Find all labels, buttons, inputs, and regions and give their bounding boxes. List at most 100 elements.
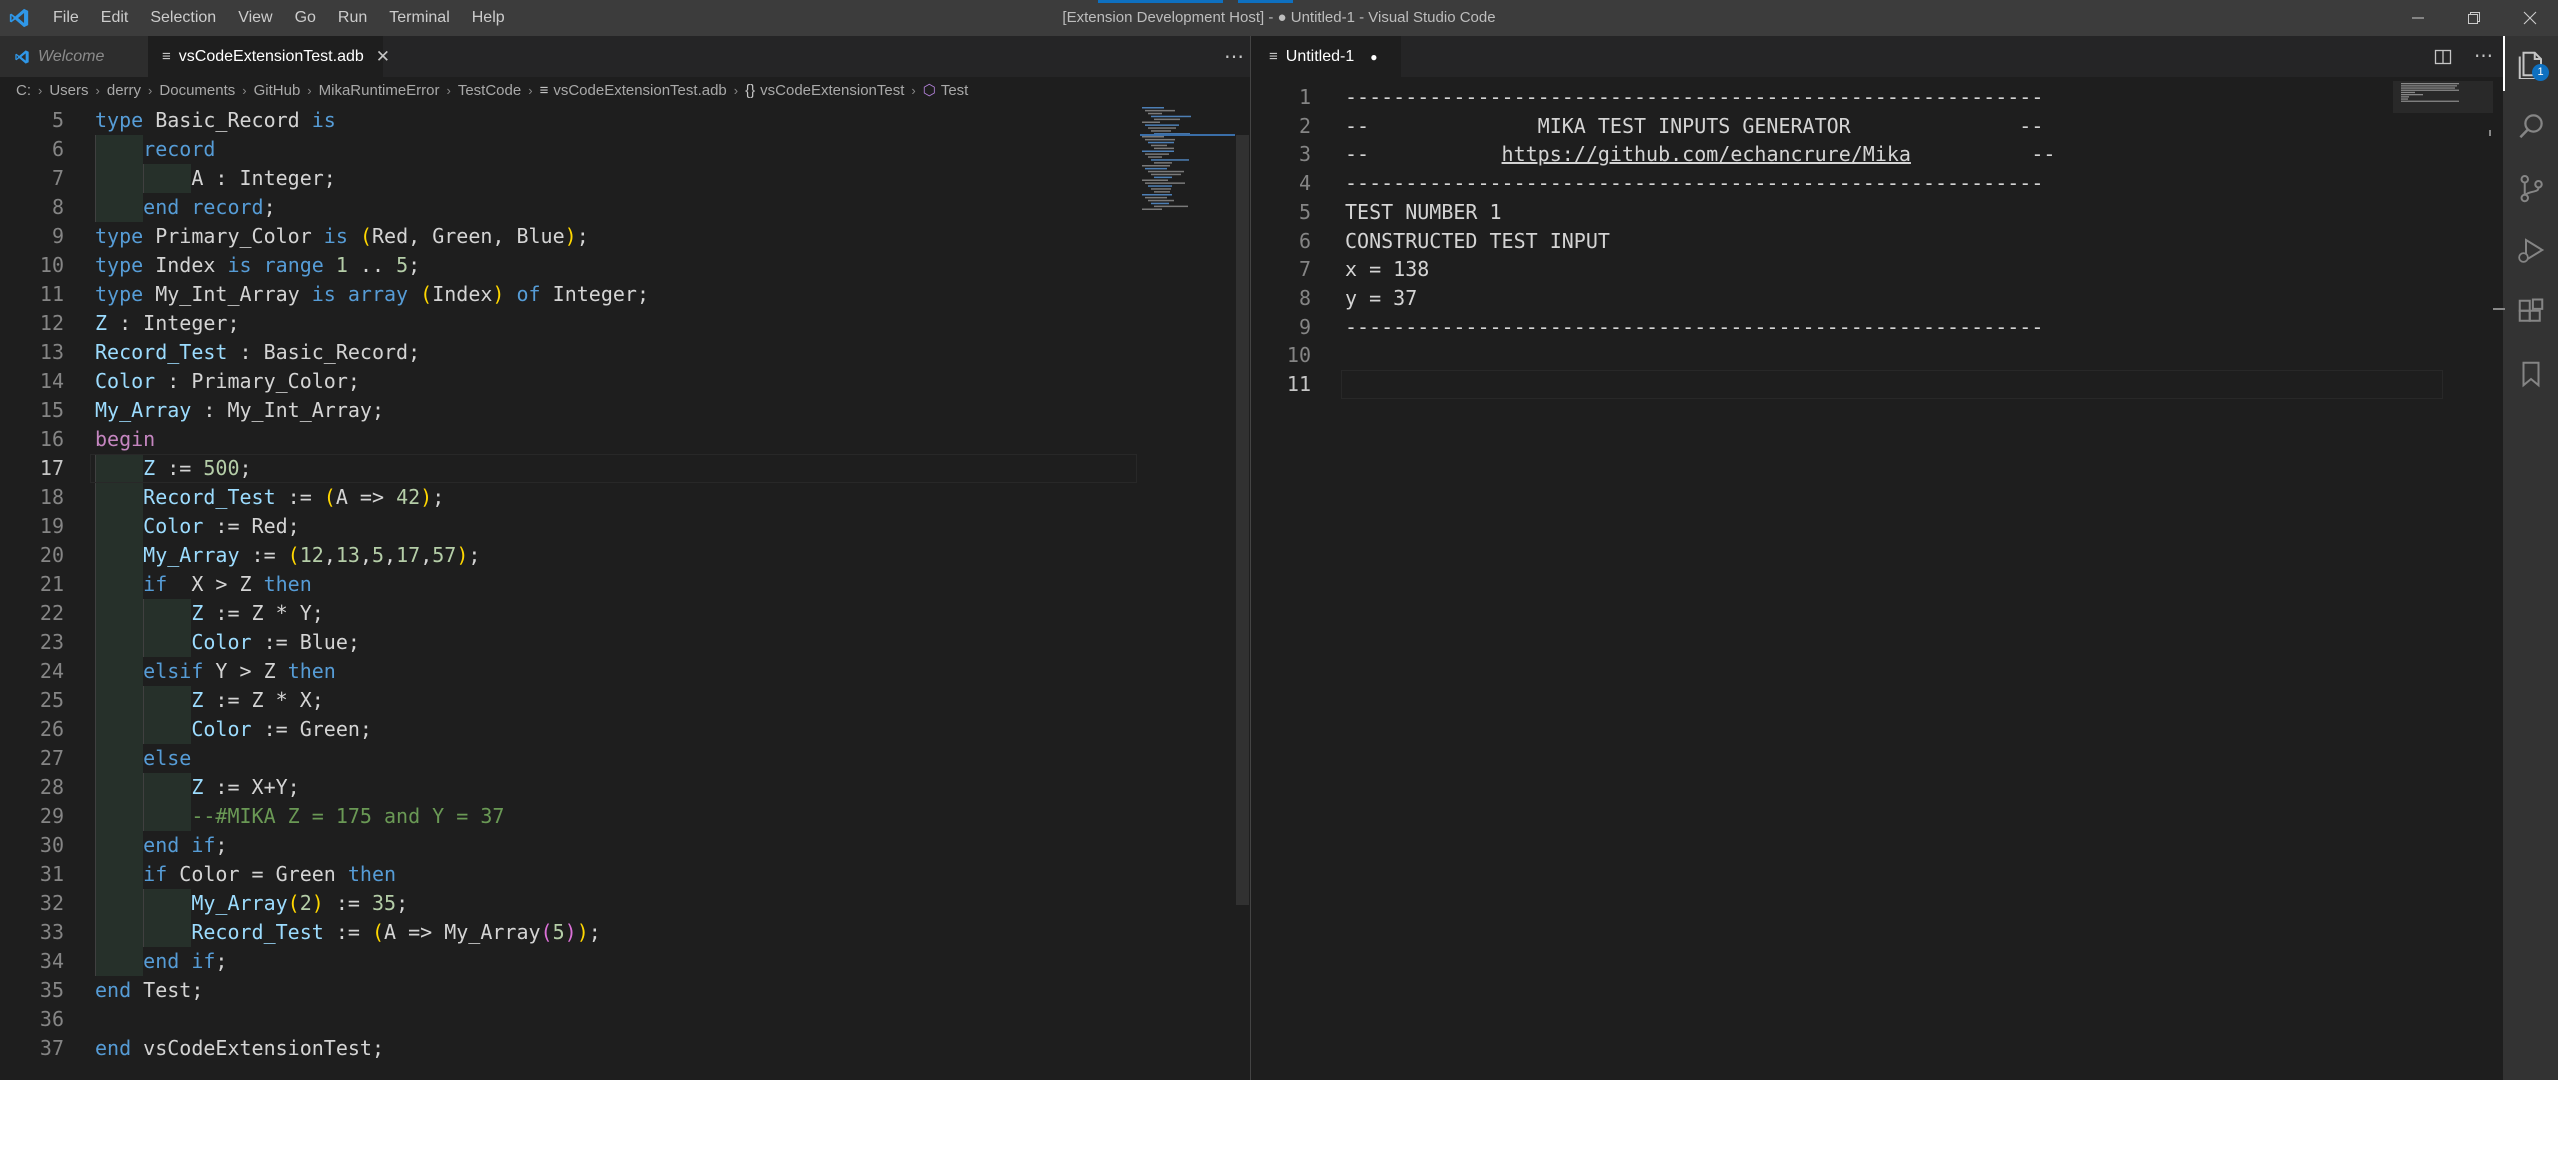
code-editor-right[interactable]: 1 ---------------------------------------… [1251, 77, 2503, 1080]
breadcrumb-item[interactable]: Users [49, 82, 88, 99]
minimap[interactable] [1140, 104, 1235, 214]
code-line[interactable]: 37 end vsCodeExtensionTest; [0, 1034, 1150, 1063]
code-line[interactable]: 20 My_Array := (12,13,5,17,57); [0, 541, 1150, 570]
menu-file[interactable]: File [42, 0, 90, 36]
code-line[interactable]: 9 ---------------------------------------… [1251, 313, 2401, 342]
keyword: then [347, 862, 397, 886]
code-line[interactable]: 6 CONSTRUCTED TEST INPUT [1251, 227, 2401, 256]
scroll-indicator [2489, 130, 2491, 136]
menu-go[interactable]: Go [284, 0, 327, 36]
code-line[interactable]: 18 Record_Test := (A => 42); [0, 483, 1150, 512]
minimize-button[interactable] [2390, 0, 2446, 36]
split-editor-icon[interactable] [2434, 48, 2452, 66]
breadcrumb-item[interactable]: MikaRuntimeError [319, 82, 440, 99]
code-line[interactable]: 11 [1251, 370, 2443, 399]
code-line[interactable]: 15 My_Array : My_Int_Array; [0, 396, 1150, 425]
menu-edit[interactable]: Edit [90, 0, 140, 36]
code-text: y = 37 [1345, 285, 1418, 310]
activity-explorer[interactable]: 1 [2503, 36, 2558, 91]
code-line[interactable]: 31 if Color = Green then [0, 860, 1150, 889]
code-line[interactable]: 27 else [0, 744, 1150, 773]
code-line[interactable]: 9 type Primary_Color is (Red, Green, Blue… [0, 222, 1150, 251]
activity-source-control[interactable] [2503, 160, 2558, 215]
minimap[interactable] [2393, 77, 2493, 137]
code-editor-left[interactable]: 5 type Basic_Record is 6 record 7 A : Integ… [0, 104, 1250, 1080]
code-line[interactable]: 14 Color : Primary_Color; [0, 367, 1150, 396]
chevron-right-icon: › [307, 82, 312, 98]
github-link[interactable]: https://github.com/echancrure/Mika [1502, 142, 1911, 166]
code-line[interactable]: 13 Record_Test : Basic_Record; [0, 338, 1150, 367]
code-line[interactable]: 29 --#MIKA Z = 175 and Y = 37 [0, 802, 1150, 831]
code-line[interactable]: 33 Record_Test := (A => My_Array(5)); [0, 918, 1150, 947]
progress-indicator-secondary [1238, 0, 1293, 3]
close-tab-button[interactable]: ✕ [376, 47, 390, 67]
code-line[interactable]: 35 end Test; [0, 976, 1150, 1005]
code-line[interactable]: 23 Color := Blue; [0, 628, 1150, 657]
line-number: 26 [39, 717, 64, 741]
line-number: 37 [39, 1036, 64, 1060]
menu-run[interactable]: Run [327, 0, 378, 36]
code-line[interactable]: 7 A : Integer; [0, 164, 1150, 193]
code-line[interactable]: 12 Z : Integer; [0, 309, 1150, 338]
code-line[interactable]: 2 -- MIKA TEST INPUTS GENERATOR -- [1251, 112, 2401, 141]
code-line[interactable]: 11 type My_Int_Array is array (Index) of … [0, 280, 1150, 309]
code-text: ; [215, 949, 228, 973]
code-line[interactable]: 1 ---------------------------------------… [1251, 83, 2401, 112]
menu-help[interactable]: Help [461, 0, 516, 36]
code-text: ----------------------------------------… [1345, 85, 2044, 109]
code-line[interactable]: 28 Z := X+Y; [0, 773, 1150, 802]
menu-view[interactable]: View [227, 0, 283, 36]
menu-selection[interactable]: Selection [139, 0, 227, 36]
more-actions-icon[interactable]: ⋯ [1224, 44, 1244, 69]
code-line[interactable]: 10 type Index is range 1 .. 5; [0, 251, 1150, 280]
code-text: := [323, 920, 372, 944]
code-line[interactable]: 8 y = 37 [1251, 284, 2401, 313]
code-line[interactable]: 6 record [0, 135, 1150, 164]
tab-label: Welcome [38, 47, 105, 65]
code-line[interactable]: 26 Color := Green; [0, 715, 1150, 744]
code-line[interactable]: 22 Z := Z * Y; [0, 599, 1150, 628]
code-line[interactable]: 36 [0, 1005, 1150, 1034]
code-line[interactable]: 10 [1251, 341, 2401, 370]
code-line[interactable]: 4 ---------------------------------------… [1251, 169, 2401, 198]
code-content: A : Integer; [95, 164, 336, 193]
tab-untitled-1[interactable]: ≡ Untitled-1 ● [1251, 36, 1401, 77]
tab-welcome[interactable]: Welcome [0, 36, 148, 77]
code-line[interactable]: 25 Z := Z * X; [0, 686, 1150, 715]
code-line[interactable]: 5 type Basic_Record is [0, 106, 1150, 135]
breadcrumb-item[interactable]: ⬡ Test [923, 81, 969, 100]
code-line[interactable]: 34 end if; [0, 947, 1150, 976]
activity-bookmarks[interactable] [2503, 346, 2558, 401]
breadcrumb-item[interactable]: C: [16, 82, 31, 99]
restore-button[interactable] [2446, 0, 2502, 36]
code-line[interactable]: 24 elsif Y > Z then [0, 657, 1150, 686]
breadcrumb-item[interactable]: Documents [159, 82, 235, 99]
code-line[interactable]: 8 end record; [0, 193, 1150, 222]
more-actions-icon[interactable]: ⋯ [2474, 45, 2493, 68]
activity-search[interactable] [2503, 98, 2558, 153]
code-line[interactable]: 7 x = 138 [1251, 255, 2401, 284]
menu-terminal[interactable]: Terminal [378, 0, 460, 36]
code-line[interactable]: 30 end if; [0, 831, 1150, 860]
tab-vscodeextensiontest-adb[interactable]: ≡ vsCodeExtensionTest.adb ✕ [148, 36, 390, 77]
code-line[interactable]: 3 -- https://github.com/echancrure/Mika -… [1251, 140, 2401, 169]
code-line[interactable]: 5 TEST NUMBER 1 [1251, 198, 2401, 227]
breadcrumb-item[interactable]: GitHub [254, 82, 301, 99]
bracket: ( [359, 224, 372, 248]
code-line[interactable]: 19 Color := Red; [0, 512, 1150, 541]
unsaved-dot-icon[interactable]: ● [1370, 50, 1377, 64]
code-line[interactable]: 32 My_Array(2) := 35; [0, 889, 1150, 918]
breadcrumb-item[interactable]: TestCode [458, 82, 521, 99]
code-line[interactable]: 21 if X > Z then [0, 570, 1150, 599]
code-line[interactable]: 17 Z := 500; [0, 454, 1150, 483]
activity-extensions[interactable] [2503, 284, 2558, 339]
breadcrumb-item[interactable]: {} vsCodeExtensionTest [745, 82, 904, 99]
breadcrumb-item[interactable]: ≡ vsCodeExtensionTest.adb [540, 82, 727, 99]
activity-run-and-debug[interactable] [2503, 222, 2558, 277]
code-line[interactable]: 16 begin [0, 425, 1150, 454]
breadcrumb-item[interactable]: derry [107, 82, 141, 99]
close-window-button[interactable] [2502, 0, 2558, 36]
vertical-scrollbar[interactable] [1236, 135, 1249, 905]
